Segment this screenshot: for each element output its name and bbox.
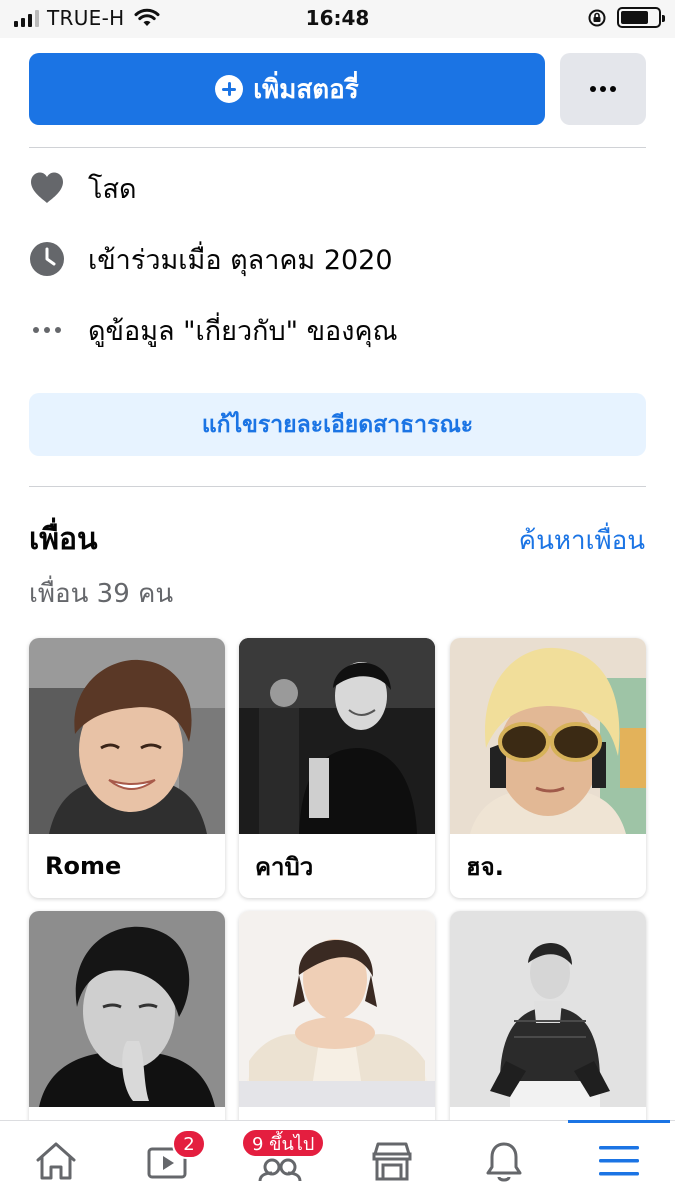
relationship-status: โสด [88, 173, 137, 205]
clock-time: 16:48 [305, 6, 370, 30]
more-dots-icon [33, 327, 61, 333]
friend-name: ฮจ. [466, 852, 504, 881]
add-story-label: เพิ่มสตอรี่ [253, 74, 359, 105]
marketplace-icon [372, 1142, 412, 1181]
tab-watch[interactable]: 2 [112, 1121, 224, 1200]
friend-photo [29, 638, 225, 834]
menu-icon [599, 1146, 639, 1176]
edit-public-details-button[interactable]: แก้ไขรายละเอียดสาธารณะ [29, 393, 646, 456]
intro-relationship[interactable]: โสด [29, 163, 646, 213]
edit-public-details-label: แก้ไขรายละเอียดสาธารณะ [201, 411, 474, 438]
groups-badge: 9 ขึ้นไป [241, 1128, 326, 1158]
tab-home[interactable] [0, 1121, 112, 1200]
see-about-link: ดูข้อมูล "เกี่ยวกับ" ของคุณ [88, 315, 398, 347]
more-options-button[interactable] [560, 53, 646, 125]
friend-photo [450, 638, 646, 834]
intro-see-about[interactable]: ดูข้อมูล "เกี่ยวกับ" ของคุณ [29, 305, 646, 355]
bottom-tab-bar: 2 9 ขึ้นไป [0, 1120, 675, 1200]
status-right [587, 7, 665, 28]
battery-level [621, 11, 648, 24]
add-story-button[interactable]: เพิ่มสตอรี่ [29, 53, 545, 125]
friends-title: เพื่อน [29, 522, 98, 557]
heart-icon [29, 170, 65, 206]
divider [29, 486, 646, 487]
friend-name: Rome [45, 852, 122, 880]
tab-menu[interactable] [563, 1121, 675, 1200]
profile-actions: เพิ่มสตอรี่ [29, 53, 646, 125]
friend-name: คาบิว [255, 852, 314, 881]
friends-count: เพื่อน 39 คน [29, 579, 174, 609]
bell-icon [486, 1142, 522, 1182]
tab-marketplace[interactable] [336, 1121, 448, 1200]
friend-card[interactable]: ฮจ. [450, 638, 646, 898]
friend-card[interactable]: คาบิว [239, 638, 435, 898]
more-horizontal-icon [590, 86, 596, 92]
battery-icon [617, 7, 665, 28]
watch-badge: 2 [172, 1129, 206, 1159]
home-icon [36, 1142, 76, 1180]
friend-card[interactable]: Rome [29, 638, 225, 898]
joined-date: เข้าร่วมเมื่อ ตุลาคม 2020 [88, 244, 393, 276]
orientation-lock-icon [588, 9, 606, 26]
find-friends-link[interactable]: ค้นหาเพื่อน [519, 520, 645, 561]
friend-photo [29, 911, 225, 1107]
status-bar: TRUE-H 16:48 [0, 0, 675, 38]
clock-icon [29, 241, 65, 277]
divider [29, 147, 646, 148]
tab-notifications[interactable] [448, 1121, 560, 1200]
intro-joined: เข้าร่วมเมื่อ ตุลาคม 2020 [29, 234, 646, 284]
tab-groups[interactable]: 9 ขึ้นไป [224, 1121, 336, 1200]
plus-circle-icon [215, 75, 244, 103]
friend-photo [239, 638, 435, 834]
friend-photo [450, 911, 646, 1107]
friend-photo [239, 911, 435, 1107]
